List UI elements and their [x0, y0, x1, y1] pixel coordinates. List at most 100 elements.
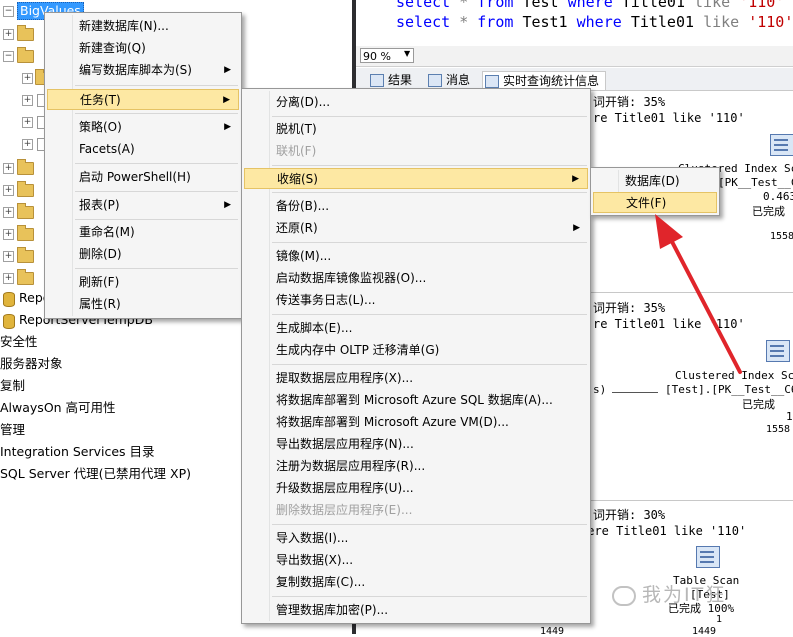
menu-item-export-dac[interactable]: 导出数据层应用程序(N)...	[244, 434, 588, 455]
menu-item-upgrade-dac[interactable]: 升级数据层应用程序(U)...	[244, 478, 588, 499]
menu-item-deploy-azure-sql[interactable]: 将数据库部署到 Microsoft Azure SQL 数据库(A)...	[244, 390, 588, 411]
menu-item-new-query[interactable]: 新建查询(Q)	[47, 38, 239, 59]
menu-item-backup[interactable]: 备份(B)...	[244, 196, 588, 217]
context-menu-shrink: 数据库(D) 文件(F)	[590, 167, 720, 216]
tab-messages[interactable]: 消息	[426, 71, 470, 89]
tree-node-server-objects[interactable]: 服务器对象	[0, 354, 63, 374]
menu-item-register-dac[interactable]: 注册为数据层应用程序(R)...	[244, 456, 588, 477]
plan-1-cost-value: 0.463	[763, 190, 793, 203]
plan-2-connector	[612, 392, 658, 393]
clustered-index-scan-icon[interactable]	[770, 134, 793, 156]
collapse-toggle[interactable]: −	[3, 6, 14, 17]
clustered-index-scan-icon[interactable]	[766, 340, 790, 362]
expand-toggle[interactable]: +	[3, 29, 14, 40]
menu-separator	[75, 268, 238, 269]
menu-separator	[75, 163, 238, 164]
message-icon	[428, 74, 442, 87]
menu-item-import-data[interactable]: 导入数据(I)...	[244, 528, 588, 549]
menu-item-refresh[interactable]: 刷新(F)	[47, 272, 239, 293]
plan-2-status: 已完成	[742, 398, 775, 411]
menu-item-export-data[interactable]: 导出数据(X)...	[244, 550, 588, 571]
plan-2-operator: Clustered Index Sc	[675, 369, 793, 382]
menu-item-detach[interactable]: 分离(D)...	[244, 92, 588, 113]
tree-node-alwayson[interactable]: AlwaysOn 高可用性	[0, 398, 116, 418]
table-scan-icon[interactable]	[696, 546, 720, 568]
menu-item-delete-dac: 删除数据层应用程序(E)...	[276, 503, 413, 517]
expand-toggle[interactable]: +	[3, 229, 14, 240]
expand-toggle[interactable]: +	[22, 73, 33, 84]
expand-toggle[interactable]: +	[3, 185, 14, 196]
menu-item-extract-dac[interactable]: 提取数据层应用程序(X)...	[244, 368, 588, 389]
menu-separator	[272, 596, 587, 597]
expand-toggle[interactable]: +	[22, 117, 33, 128]
collapse-toggle[interactable]: −	[3, 51, 14, 62]
expand-toggle[interactable]: +	[3, 207, 14, 218]
expand-toggle[interactable]: +	[22, 95, 33, 106]
menu-item-powershell[interactable]: 启动 PowerShell(H)	[47, 167, 239, 188]
menu-item-delete[interactable]: 删除(D)	[47, 244, 239, 265]
plan-1-object: [PK__Test__C	[718, 176, 793, 189]
menu-item-shrink-database[interactable]: 数据库(D)	[593, 171, 717, 192]
menu-item-take-offline[interactable]: 脱机(T)	[244, 119, 588, 140]
plan-2-query: re Title01 like '110'	[593, 317, 745, 331]
menu-item-policies[interactable]: 策略(O) ▶	[47, 117, 239, 138]
tree-node-management[interactable]: 管理	[0, 420, 25, 440]
menu-item-rename[interactable]: 重命名(M)	[47, 222, 239, 243]
plan-1-cost: 词开销: 35%	[593, 95, 666, 109]
menu-item-oltp-checklist[interactable]: 生成内存中 OLTP 迁移清单(G)	[244, 340, 588, 361]
menu-separator	[272, 242, 587, 243]
menu-item-manage-encryption[interactable]: 管理数据库加密(P)...	[244, 600, 588, 621]
folder-icon	[17, 159, 34, 175]
menu-item-shrink[interactable]: 收缩(S) ▶	[244, 168, 588, 189]
tree-node-security[interactable]: 安全性	[0, 332, 38, 352]
menu-item-copy-database[interactable]: 复制数据库(C)...	[244, 572, 588, 593]
menu-item-bring-online: 联机(F)	[276, 144, 317, 158]
context-menu-database: 新建数据库(N)... 新建查询(Q) 编写数据库脚本为(S) ▶ 任务(T) ▶ …	[44, 12, 242, 319]
submenu-arrow-icon: ▶	[224, 200, 231, 210]
tree-node-replication[interactable]: 复制	[0, 376, 25, 396]
grid-icon	[370, 74, 384, 87]
context-menu-tasks: 分离(D)... 脱机(T) 联机(F) 收缩(S) ▶ 备份(B)... 还原(…	[241, 88, 591, 624]
folder-icon	[17, 225, 34, 241]
menu-item-facets[interactable]: Facets(A)	[47, 139, 239, 160]
menu-item-mirror[interactable]: 镜像(M)...	[244, 246, 588, 267]
tab-results[interactable]: 结果	[368, 71, 412, 89]
wechat-icon	[612, 585, 636, 606]
expand-toggle[interactable]: +	[22, 139, 33, 150]
tree-node-integration-services[interactable]: Integration Services 目录	[0, 442, 155, 462]
menu-item-restore[interactable]: 还原(R) ▶	[244, 218, 588, 239]
expand-toggle[interactable]: +	[3, 251, 14, 262]
folder-icon	[17, 181, 34, 197]
expand-toggle[interactable]: +	[3, 163, 14, 174]
menu-item-properties[interactable]: 属性(R)	[47, 294, 239, 315]
expand-toggle[interactable]: +	[3, 273, 14, 284]
menu-item-shrink-files[interactable]: 文件(F)	[593, 192, 717, 213]
stats-icon	[485, 75, 499, 88]
database-icon	[3, 292, 15, 307]
menu-item-tasks[interactable]: 任务(T) ▶	[47, 89, 239, 110]
menu-separator	[75, 85, 238, 86]
plan-1-rows: 1558	[770, 231, 793, 242]
plan-3-rows-3: 1449	[692, 626, 717, 637]
menu-item-script-database[interactable]: 编写数据库脚本为(S) ▶	[47, 60, 239, 81]
menu-item-log-shipping[interactable]: 传送事务日志(L)...	[244, 290, 588, 311]
menu-separator	[272, 165, 587, 166]
tree-node-sql-agent[interactable]: SQL Server 代理(已禁用代理 XP)	[0, 464, 191, 484]
submenu-arrow-icon: ▶	[224, 65, 231, 75]
menu-separator	[75, 113, 238, 114]
plan-1-query: re Title01 like '110'	[593, 111, 745, 125]
submenu-arrow-icon: ▶	[573, 223, 580, 233]
menu-item-generate-scripts[interactable]: 生成脚本(E)...	[244, 318, 588, 339]
menu-item-mirror-monitor[interactable]: 启动数据库镜像监视器(O)...	[244, 268, 588, 289]
folder-icon	[17, 247, 34, 263]
menu-item-new-database[interactable]: 新建数据库(N)...	[47, 16, 239, 37]
zoom-bar: 90 % ▼	[356, 46, 793, 67]
chevron-down-icon[interactable]: ▼	[404, 49, 410, 58]
plan-3-query: here Title01 like '110'	[580, 524, 747, 538]
submenu-arrow-icon: ▶	[223, 95, 230, 105]
menu-separator	[75, 191, 238, 192]
menu-item-reports[interactable]: 报表(P) ▶	[47, 195, 239, 216]
menu-item-deploy-azure-vm[interactable]: 将数据库部署到 Microsoft Azure VM(D)...	[244, 412, 588, 433]
plan-3-cost: 词开销: 30%	[593, 508, 666, 522]
submenu-arrow-icon: ▶	[224, 122, 231, 132]
